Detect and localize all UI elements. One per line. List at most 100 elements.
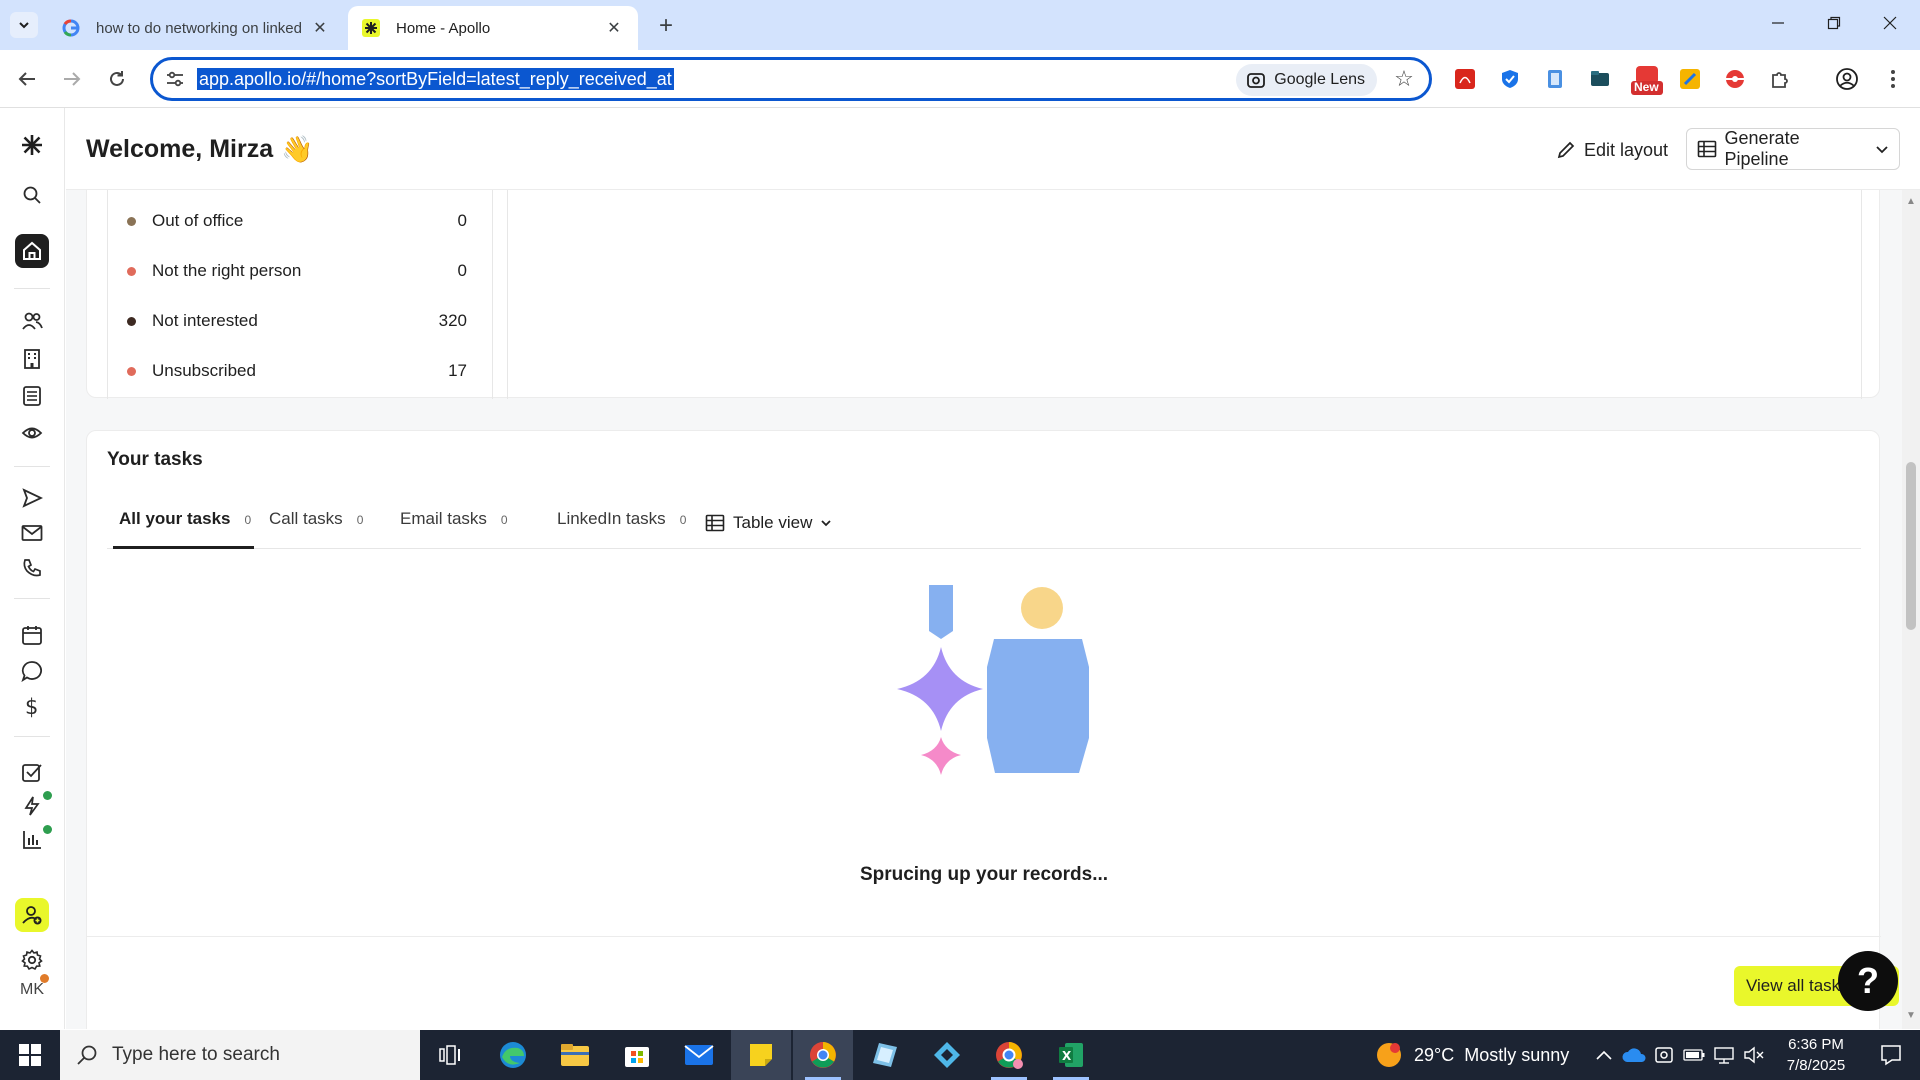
tab-linkedin-tasks[interactable]: LinkedIn tasks 0 <box>557 509 686 549</box>
forward-button[interactable] <box>57 64 87 94</box>
meetings-calendar-icon[interactable] <box>17 620 47 650</box>
file-explorer-icon[interactable] <box>545 1030 605 1080</box>
help-button[interactable]: ? <box>1838 951 1898 1011</box>
apollo-logo-icon[interactable] <box>17 130 47 160</box>
nav-divider <box>14 598 50 599</box>
companies-building-icon[interactable] <box>17 344 47 374</box>
battery-icon[interactable] <box>1680 1030 1708 1080</box>
tracking-eye-icon[interactable] <box>17 418 47 448</box>
email-icon[interactable] <box>17 518 47 548</box>
search-icon[interactable] <box>17 180 47 210</box>
table-view-dropdown[interactable]: Table view <box>705 509 832 537</box>
profile-icon[interactable] <box>1834 66 1860 92</box>
deals-dollar-icon[interactable]: $ <box>17 692 47 722</box>
network-icon[interactable] <box>1710 1030 1738 1080</box>
yellow-extension-icon[interactable] <box>1677 66 1703 92</box>
minimize-button[interactable] <box>1750 0 1806 46</box>
phone-icon[interactable] <box>17 553 47 583</box>
red-circle-extension-icon[interactable] <box>1722 66 1748 92</box>
add-contact-icon[interactable] <box>15 898 49 932</box>
lists-icon[interactable] <box>17 381 47 411</box>
chrome-profile-icon[interactable] <box>979 1030 1039 1080</box>
google-lens-button[interactable]: Google Lens <box>1236 64 1377 96</box>
back-button[interactable] <box>12 64 42 94</box>
conversations-chat-icon[interactable] <box>17 656 47 686</box>
task-view-icon[interactable] <box>420 1030 480 1080</box>
clock-date: 7/8/2025 <box>1786 1057 1846 1074</box>
reason-row-not-interested: Not interested 320 <box>127 309 467 333</box>
sequences-send-icon[interactable] <box>17 483 47 513</box>
show-hidden-icons-chevron-up-icon[interactable] <box>1590 1030 1618 1080</box>
close-tab-icon[interactable]: ✕ <box>310 18 330 38</box>
chrome-icon[interactable] <box>793 1030 853 1080</box>
document-extension-icon[interactable] <box>1542 66 1568 92</box>
tasks-checkbox-icon[interactable] <box>17 758 47 788</box>
scroll-up-arrow-icon[interactable]: ▲ <box>1906 196 1916 207</box>
meet-now-icon[interactable] <box>1650 1030 1678 1080</box>
notepad-app-icon[interactable] <box>855 1030 915 1080</box>
notification-center-icon[interactable] <box>1862 1030 1920 1080</box>
page-title: Welcome, Mirza 👋 <box>86 134 313 165</box>
generate-pipeline-dropdown[interactable]: Generate Pipeline <box>1686 128 1900 170</box>
new-badge: New <box>1634 80 1659 94</box>
browser-tab-apollo[interactable]: Home - Apollo ✕ <box>348 6 638 50</box>
new-tab-button[interactable]: + <box>652 12 680 40</box>
legend-dot <box>127 366 136 376</box>
chevron-down-icon <box>1876 146 1888 154</box>
arrow-left-icon <box>18 72 35 86</box>
tab-search-button[interactable] <box>10 12 38 38</box>
column-divider <box>1861 190 1862 399</box>
settings-gear-icon[interactable] <box>17 945 47 975</box>
system-clock[interactable]: 6:36 PM 7/8/2025 <box>1772 1034 1860 1076</box>
excel-icon[interactable]: X <box>1041 1030 1101 1080</box>
taskbar-search-input[interactable]: Type here to search <box>60 1030 420 1080</box>
scroll-down-arrow-icon[interactable]: ▼ <box>1906 1010 1916 1021</box>
address-bar[interactable]: app.apollo.io/#/home?sortByField=latest_… <box>150 57 1432 101</box>
start-button[interactable] <box>0 1030 60 1080</box>
tasks-title: Your tasks <box>107 449 203 470</box>
sticky-notes-icon[interactable] <box>731 1030 791 1080</box>
url-text[interactable]: app.apollo.io/#/home?sortByField=latest_… <box>197 68 674 90</box>
edit-layout-button[interactable]: Edit layout <box>1556 132 1668 168</box>
apollo-sidebar: $ MK <box>0 108 65 1029</box>
close-tab-icon[interactable]: ✕ <box>604 18 624 38</box>
nav-divider <box>14 736 50 737</box>
close-icon <box>1883 16 1897 30</box>
restore-icon <box>1827 16 1841 30</box>
shield-extension-icon[interactable] <box>1497 66 1523 92</box>
apollo-logo-icon <box>362 19 380 37</box>
browser-menu-icon[interactable] <box>1880 66 1906 92</box>
extensions-puzzle-icon[interactable] <box>1767 66 1793 92</box>
microsoft-store-icon[interactable] <box>607 1030 667 1080</box>
scrollbar-thumb[interactable] <box>1906 462 1916 630</box>
people-icon[interactable] <box>17 306 47 336</box>
tab-all-tasks[interactable]: All your tasks 0 <box>113 509 254 549</box>
chevron-down-icon <box>821 520 832 527</box>
site-settings-icon[interactable] <box>165 69 185 89</box>
browser-tab-google[interactable]: how to do networking on linked ✕ <box>48 6 344 50</box>
pdf-extension-icon[interactable] <box>1452 66 1478 92</box>
bookmark-star-icon[interactable]: ☆ <box>1391 66 1417 92</box>
page-scrollbar[interactable]: ▲ ▼ <box>1902 190 1920 1029</box>
tab-count: 0 <box>356 513 364 527</box>
tab-email-tasks[interactable]: Email tasks 0 <box>400 509 508 549</box>
arrow-right-icon <box>64 72 81 86</box>
reason-value: 320 <box>438 311 467 330</box>
onedrive-cloud-icon[interactable] <box>1620 1030 1648 1080</box>
mail-icon[interactable] <box>669 1030 729 1080</box>
close-window-button[interactable] <box>1862 0 1918 46</box>
browser-tabstrip: how to do networking on linked ✕ Home - … <box>0 0 1920 50</box>
folder-extension-icon[interactable] <box>1587 66 1613 92</box>
reload-button[interactable] <box>102 64 132 94</box>
tab-call-tasks[interactable]: Call tasks 0 <box>269 509 363 549</box>
volume-muted-icon[interactable] <box>1740 1030 1768 1080</box>
diamond-app-icon[interactable] <box>917 1030 977 1080</box>
reply-reasons-card: Out of office 0 Not the right person 0 N… <box>86 190 1880 399</box>
restore-button[interactable] <box>1806 0 1862 46</box>
home-icon[interactable] <box>15 234 49 268</box>
weather-widget[interactable]: 29°C Mostly sunny <box>1374 1030 1569 1080</box>
new-extension-icon[interactable]: New <box>1630 64 1664 96</box>
tab-count: 0 <box>679 513 687 527</box>
edge-browser-icon[interactable] <box>483 1030 543 1080</box>
notification-dot <box>40 974 49 983</box>
